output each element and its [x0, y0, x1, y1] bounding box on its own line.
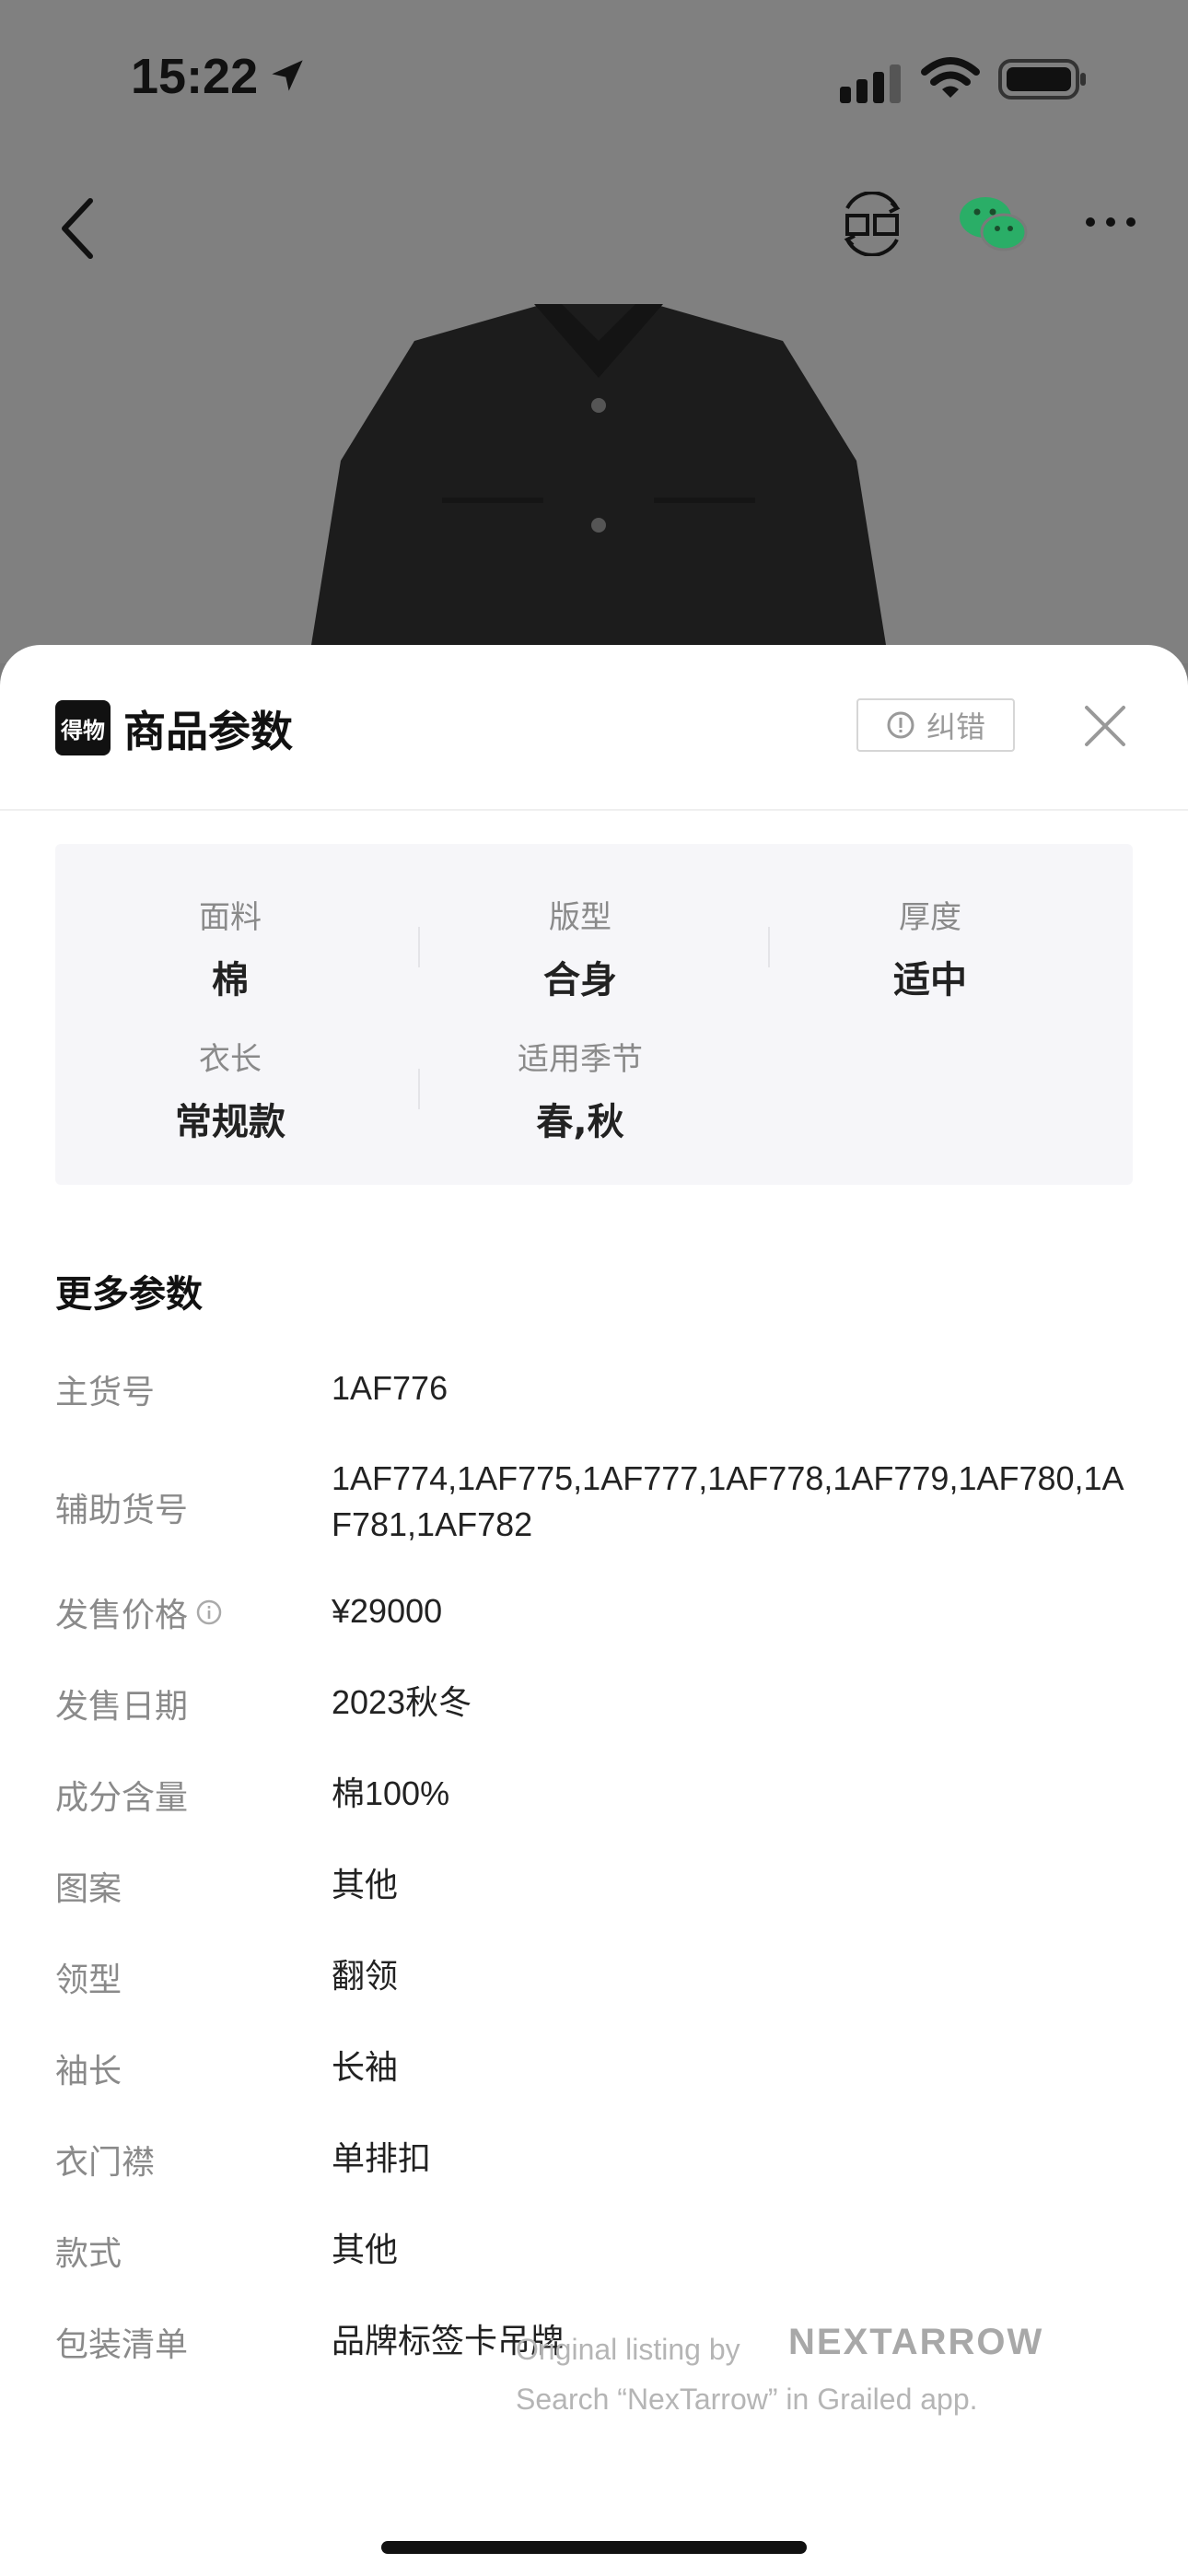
battery-icon — [998, 59, 1086, 100]
watermark-text: Original listing by — [516, 2333, 740, 2366]
attribute-label: 衣长 — [199, 1041, 262, 1078]
attribute-value: 春,秋 — [536, 1101, 624, 1143]
attribute-value: 棉 — [212, 959, 249, 1001]
attribute-item: 版型 合身 — [405, 892, 755, 1003]
watermark: Original listing by NEXTARROW Search “Ne… — [516, 2322, 1042, 2432]
sheet-title: 商品参数 — [123, 707, 293, 756]
location-arrow-icon — [272, 60, 303, 91]
attribute-divider — [418, 1069, 420, 1109]
attribute-divider — [418, 927, 420, 967]
param-value: 其他 — [332, 1866, 399, 1903]
watermark-brand: NEXTARROW — [788, 2322, 1044, 2362]
wechat-icon[interactable] — [958, 193, 1028, 254]
param-value: 2023秋冬 — [332, 1683, 472, 1721]
attribute-item: 适用季节 春,秋 — [405, 1034, 755, 1145]
key-attributes-panel: 面料 棉 版型 合身 厚度 适中 衣长 常规款 适用季节 春,秋 — [55, 844, 1133, 1185]
more-params-title: 更多参数 — [55, 1273, 203, 1316]
attribute-label: 适用季节 — [518, 1041, 643, 1078]
param-label: 主货号 — [55, 1374, 156, 1411]
attribute-divider — [768, 927, 770, 967]
param-label: 包装清单 — [55, 2326, 189, 2364]
param-label: 款式 — [55, 2235, 122, 2273]
param-label: 衣门襟 — [55, 2144, 156, 2182]
param-value: 单排扣 — [332, 2139, 432, 2177]
attribute-value: 常规款 — [175, 1101, 285, 1143]
attribute-value: 适中 — [893, 959, 967, 1001]
watermark-search-text: Search “NexTarrow” in Grailed app. — [516, 2383, 978, 2416]
param-label: 袖长 — [55, 2053, 122, 2090]
product-params-sheet: 得物 商品参数 纠错 面料 棉 版型 合身 厚度 适中 衣长 常规款 适用季节 … — [0, 645, 1188, 2576]
more-dots-icon[interactable] — [1083, 208, 1138, 236]
param-value: 棉100% — [332, 1774, 450, 1812]
home-indicator — [381, 2541, 807, 2554]
param-value: 1AF776 — [332, 1369, 448, 1407]
attribute-item: 厚度 适中 — [755, 892, 1105, 1003]
param-value: 1AF774,1AF775,1AF777,1AF778,1AF779,1AF78… — [332, 1459, 1124, 1543]
attribute-label: 厚度 — [899, 899, 961, 936]
attribute-item: 面料 棉 — [55, 892, 405, 1003]
param-label: 成分含量 — [55, 1779, 189, 1817]
top-nav-bar — [0, 175, 1188, 276]
exclamation-circle-icon — [887, 711, 914, 739]
report-error-button[interactable]: 纠错 — [856, 698, 1015, 752]
param-label: 图案 — [55, 1870, 122, 1908]
param-label: 辅助货号 — [55, 1492, 189, 1529]
attribute-value: 合身 — [543, 959, 617, 1001]
report-error-label: 纠错 — [926, 709, 985, 744]
app-logo: 得物 — [55, 700, 111, 755]
param-value: 长袖 — [332, 2048, 399, 2086]
wifi-icon — [921, 57, 980, 98]
attribute-label: 面料 — [199, 899, 262, 936]
cellular-signal-icon — [840, 64, 901, 103]
param-label: 发售日期 — [55, 1688, 189, 1726]
param-label: 领型 — [55, 1961, 122, 1999]
status-time: 15:22 — [131, 49, 259, 104]
sell-icon[interactable] — [840, 192, 904, 256]
chevron-left-icon[interactable] — [53, 192, 109, 265]
param-label-with-info: 发售价格 — [55, 1588, 223, 1636]
info-icon[interactable] — [195, 1598, 223, 1626]
param-value: 其他 — [332, 2231, 399, 2268]
close-icon[interactable] — [1079, 700, 1131, 752]
param-label: 发售价格 — [55, 1597, 189, 1634]
attribute-item: 衣长 常规款 — [55, 1034, 405, 1145]
product-jacket-image — [304, 304, 893, 691]
param-value: 翻领 — [332, 1957, 399, 1995]
status-bar: 15:22 — [0, 0, 1188, 157]
sheet-header: 得物 商品参数 纠错 — [0, 645, 1188, 811]
param-value: ¥29000 — [332, 1592, 443, 1630]
attribute-label: 版型 — [549, 899, 611, 936]
